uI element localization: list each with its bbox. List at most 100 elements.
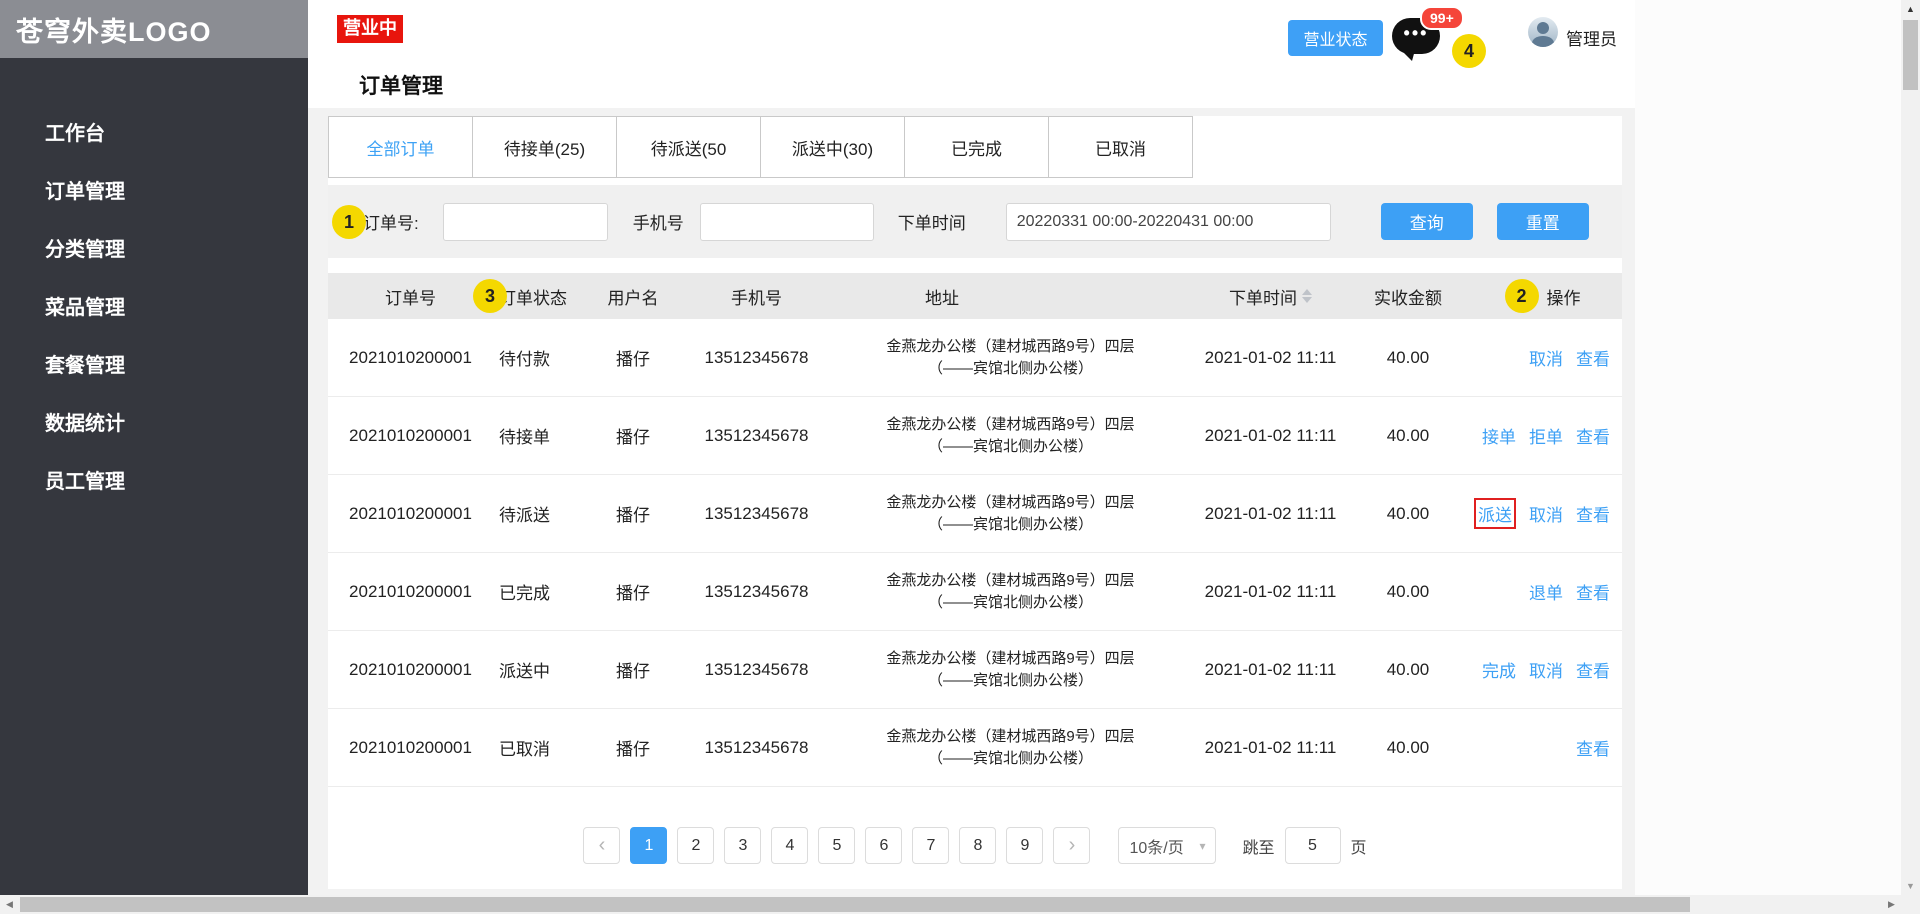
- order-action-link[interactable]: 取消: [1529, 501, 1563, 526]
- order-no-input[interactable]: [442, 202, 608, 241]
- order-action-link[interactable]: 派送: [1474, 498, 1516, 529]
- business-status-button[interactable]: 营业状态: [1288, 20, 1383, 56]
- search-button[interactable]: 查询: [1380, 203, 1473, 240]
- page-button-2[interactable]: 2: [677, 827, 715, 864]
- col-order-time-label: 下单时间: [1229, 288, 1297, 308]
- page-button-4[interactable]: 4: [771, 827, 809, 864]
- sort-icon[interactable]: [1302, 289, 1312, 303]
- order-time-range-input[interactable]: [1005, 202, 1331, 241]
- annotation-marker-1: 1: [332, 205, 366, 239]
- col-address: 地址: [925, 288, 959, 308]
- tab-2[interactable]: 待接单(25): [472, 116, 617, 178]
- order-action-link[interactable]: 查看: [1576, 579, 1610, 604]
- order-panel: 全部订单 待接单(25) 待派送(50 派送中(30) 已完成 已取消 1 订单号: 手机…: [328, 116, 1622, 889]
- cell-amount: 40.00: [1386, 425, 1430, 445]
- cell-actions: 接单 拒单 查看: [1463, 423, 1622, 448]
- jump-page-input[interactable]: [1284, 827, 1341, 864]
- annotation-marker-4: 4: [1452, 34, 1486, 68]
- cell-order-status: 待接单: [499, 428, 550, 447]
- tab-3[interactable]: 待派送(50: [616, 116, 761, 178]
- scroll-down-arrow-icon[interactable]: ▼: [1901, 877, 1920, 895]
- page-button-3[interactable]: 3: [724, 827, 762, 864]
- horizontal-scroll-thumb[interactable]: [20, 897, 1690, 912]
- tab-1[interactable]: 全部订单: [328, 116, 473, 178]
- cell-user-name: 播仔: [616, 740, 650, 759]
- phone-input[interactable]: [699, 202, 874, 241]
- order-action-link[interactable]: 退单: [1529, 579, 1563, 604]
- col-actions-label: 操作: [1546, 288, 1581, 308]
- vertical-scroll-thumb[interactable]: [1903, 20, 1918, 90]
- topbar: 营业中 订单管理 营业状态 ••• 99+ 4 管理员: [308, 0, 1635, 108]
- order-action-link[interactable]: 取消: [1529, 345, 1563, 370]
- col-amount: 实收金额: [1374, 288, 1442, 308]
- cell-order-time: 2021-01-02 11:11: [1204, 425, 1337, 445]
- sidebar-item-7[interactable]: 员工管理: [0, 450, 308, 508]
- order-action-link[interactable]: 接单: [1482, 423, 1516, 448]
- order-action-link[interactable]: 拒单: [1529, 423, 1563, 448]
- reset-button[interactable]: 重置: [1496, 203, 1589, 240]
- scroll-up-arrow-icon[interactable]: ▲: [1901, 0, 1920, 18]
- scroll-right-arrow-icon[interactable]: ▶: [1882, 895, 1901, 914]
- page-size-select[interactable]: 10条/页 ▾: [1118, 827, 1217, 864]
- order-action-link[interactable]: 查看: [1576, 657, 1610, 682]
- business-open-badge: 营业中: [337, 15, 403, 43]
- page-button-7[interactable]: 7: [912, 827, 950, 864]
- pagination: ‹ 123456789 › 10条/页 ▾ 跳至 页: [328, 827, 1622, 864]
- tab-4[interactable]: 派送中(30): [760, 116, 905, 178]
- col-order-no: 订单号: [385, 288, 436, 308]
- prev-page-button[interactable]: ‹: [583, 827, 621, 864]
- page-button-8[interactable]: 8: [959, 827, 997, 864]
- page-size-value: 10条/页: [1129, 839, 1184, 857]
- sidebar-item-6[interactable]: 数据统计: [0, 392, 308, 450]
- sidebar-item-4[interactable]: 菜品管理: [0, 276, 308, 334]
- notification-area: ••• 99+ 4: [1386, 6, 1498, 74]
- cell-user-name: 播仔: [616, 428, 650, 447]
- message-bubble-tail: [1401, 50, 1415, 61]
- avatar-body-shape: [1532, 36, 1554, 47]
- col-phone: 手机号: [731, 288, 782, 308]
- order-no-label: 订单号:: [363, 214, 419, 233]
- table-row-1: 2021010200001 待付款 播仔 13512345678 金燕龙办公楼（建材城西…: [328, 319, 1622, 397]
- cell-amount: 40.00: [1386, 737, 1430, 757]
- sidebar-item-5[interactable]: 套餐管理: [0, 334, 308, 392]
- page-button-6[interactable]: 6: [865, 827, 903, 864]
- cell-order-no: 2021010200001: [349, 581, 472, 601]
- avatar[interactable]: [1528, 17, 1558, 47]
- page-button-5[interactable]: 5: [818, 827, 856, 864]
- col-order-time[interactable]: 下单时间: [1188, 284, 1353, 309]
- sidebar-item-3[interactable]: 分类管理: [0, 218, 308, 276]
- horizontal-scrollbar[interactable]: ◀ ▶: [0, 895, 1920, 914]
- cell-phone: 13512345678: [704, 581, 809, 601]
- order-action-link[interactable]: 查看: [1576, 345, 1610, 370]
- tab-6[interactable]: 已取消: [1048, 116, 1193, 178]
- tab-5[interactable]: 已完成: [904, 116, 1049, 178]
- col-actions: 2 操作: [1463, 279, 1622, 313]
- sidebar-item-1[interactable]: 工作台: [0, 102, 308, 160]
- cell-address: 金燕龙办公楼（建材城西路9号）四层 （——宾馆北侧办公楼）: [886, 337, 1135, 377]
- main-area: 营业中 订单管理 营业状态 ••• 99+ 4 管理员 全部订单 待接单(25) 待…: [308, 0, 1635, 895]
- cell-order-status: 待派送: [499, 506, 550, 525]
- cell-order-time: 2021-01-02 11:11: [1204, 659, 1337, 679]
- order-action-link[interactable]: 完成: [1482, 657, 1516, 682]
- page-button-1[interactable]: 1: [630, 827, 668, 864]
- cell-amount: 40.00: [1386, 347, 1430, 367]
- cell-user-name: 播仔: [616, 506, 650, 525]
- cell-phone: 13512345678: [704, 425, 809, 445]
- jump-to-label: 跳至: [1242, 839, 1275, 857]
- order-action-link[interactable]: 查看: [1576, 735, 1610, 760]
- notification-count-badge: 99+: [1420, 6, 1464, 30]
- sidebar-item-2[interactable]: 订单管理: [0, 160, 308, 218]
- page-button-9[interactable]: 9: [1006, 827, 1044, 864]
- next-page-button[interactable]: ›: [1053, 827, 1091, 864]
- order-action-link[interactable]: 取消: [1529, 657, 1563, 682]
- jump-suffix-label: 页: [1350, 839, 1367, 857]
- vertical-scrollbar[interactable]: ▲ ▼: [1901, 0, 1920, 895]
- cell-phone: 13512345678: [704, 503, 809, 523]
- scroll-left-arrow-icon[interactable]: ◀: [0, 895, 19, 914]
- order-action-link[interactable]: 查看: [1576, 501, 1610, 526]
- phone-label: 手机号: [632, 214, 684, 233]
- order-action-link[interactable]: 查看: [1576, 423, 1610, 448]
- cell-order-status: 待付款: [499, 350, 550, 369]
- cell-order-time: 2021-01-02 11:11: [1204, 503, 1337, 523]
- cell-order-no: 2021010200001: [349, 503, 472, 523]
